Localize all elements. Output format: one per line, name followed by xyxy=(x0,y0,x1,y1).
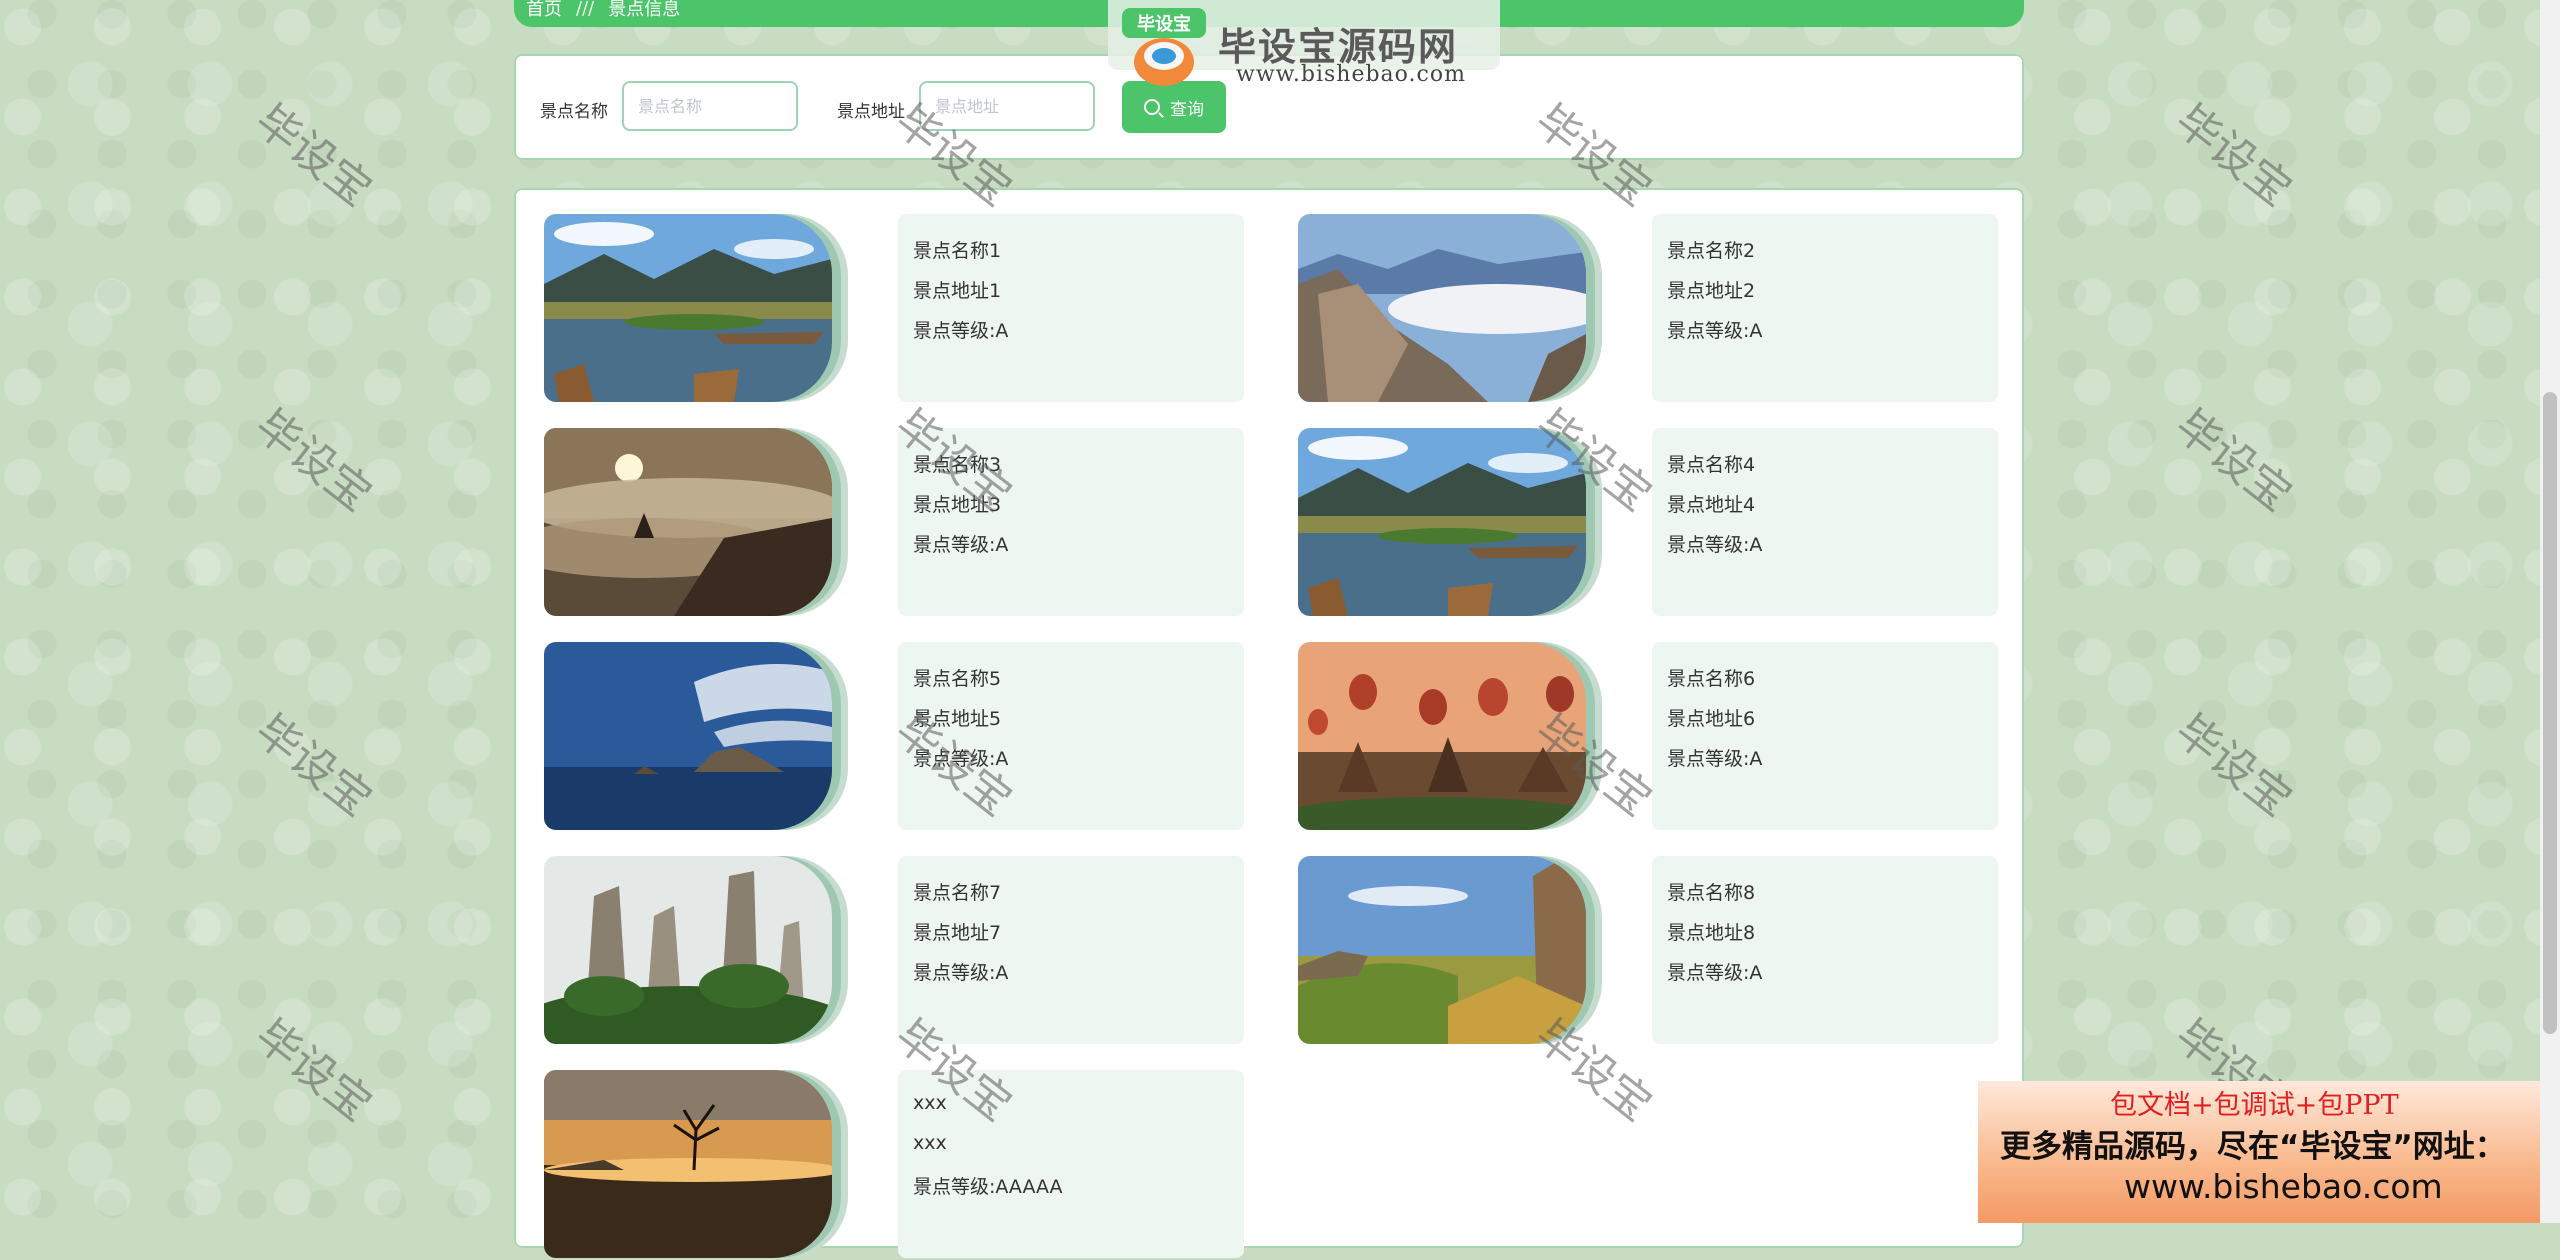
spot-name: xxx xyxy=(913,1092,947,1114)
spot-address: 景点地址1 xyxy=(913,280,1002,302)
spot-level: 景点等级:A xyxy=(913,962,1009,984)
spot-image-lone-tree[interactable] xyxy=(544,1070,832,1258)
spot-address-input[interactable] xyxy=(919,81,1095,131)
ad-line-1: 包文档+包调试+包PPT xyxy=(2110,1090,2399,1121)
spot-level: 景点等级:A xyxy=(1667,534,1763,556)
spot-image-lake-boats[interactable] xyxy=(544,214,832,402)
spot-address-label: 景点地址 xyxy=(837,102,905,122)
spot-image-rocky-peaks[interactable] xyxy=(1298,214,1586,402)
spot-name: 景点名称3 xyxy=(913,454,1002,476)
spot-image-lake-boats[interactable] xyxy=(1298,428,1586,616)
spot-name: 景点名称2 xyxy=(1667,240,1756,262)
spot-address: 景点地址5 xyxy=(913,708,1002,730)
ad-line-3: www.bishebao.com xyxy=(2124,1167,2443,1206)
spot-info: xxx xxx 景点等级:AAAAA xyxy=(898,1070,1244,1258)
spot-list: 景点名称1 景点地址1 景点等级:A 景点名称2 景点地址2 景点等级:A 景点… xyxy=(514,188,2024,1258)
page-scrollbar[interactable] xyxy=(2540,0,2560,1223)
scrollbar-thumb[interactable] xyxy=(2543,392,2557,1034)
spot-image-sea-rock[interactable] xyxy=(544,642,832,830)
spot-address: xxx xyxy=(913,1132,947,1154)
spot-info: 景点名称2 景点地址2 景点等级:A xyxy=(1652,214,1998,402)
spot-name-label: 景点名称 xyxy=(540,102,608,122)
spot-card[interactable]: 景点名称5 景点地址5 景点等级:A xyxy=(544,642,1244,832)
watermark: 毕设宝 xyxy=(2165,399,2301,522)
breadcrumb-separator: /// xyxy=(576,0,595,19)
ad-banner[interactable]: 包文档+包调试+包PPT 更多精品源码，尽在“毕设宝”网址： www.bishe… xyxy=(1978,1081,2560,1223)
spot-card[interactable]: 景点名称8 景点地址8 景点等级:A xyxy=(1298,856,1998,1046)
spot-name: 景点名称5 xyxy=(913,668,1002,690)
spot-address: 景点地址6 xyxy=(1667,708,1756,730)
watermark: 毕设宝 xyxy=(245,399,381,522)
spot-image-karst-pillars[interactable] xyxy=(544,856,832,1044)
spot-info: 景点名称5 景点地址5 景点等级:A xyxy=(898,642,1244,830)
search-button-label: 查询 xyxy=(1170,99,1204,119)
spot-address: 景点地址7 xyxy=(913,922,1002,944)
spot-level: 景点等级:A xyxy=(913,534,1009,556)
spot-image-balloons-temples[interactable] xyxy=(1298,642,1586,830)
spot-name: 景点名称4 xyxy=(1667,454,1756,476)
spot-info: 景点名称4 景点地址4 景点等级:A xyxy=(1652,428,1998,616)
spot-level: 景点等级:A xyxy=(1667,962,1763,984)
spot-card[interactable]: 景点名称3 景点地址3 景点等级:A xyxy=(544,428,1244,618)
spot-address: 景点地址8 xyxy=(1667,922,1756,944)
spot-card[interactable]: 景点名称7 景点地址7 景点等级:A xyxy=(544,856,1244,1046)
breadcrumb: 首页 /// 景点信息 xyxy=(526,0,680,21)
spot-name: 景点名称7 xyxy=(913,882,1002,904)
spot-level: 景点等级:AAAAA xyxy=(913,1176,1063,1198)
spot-info: 景点名称7 景点地址7 景点等级:A xyxy=(898,856,1244,1044)
breadcrumb-current: 景点信息 xyxy=(608,0,681,20)
spot-image-cliff-meadow[interactable] xyxy=(1298,856,1586,1044)
spot-address: 景点地址2 xyxy=(1667,280,1756,302)
watermark: 毕设宝 xyxy=(245,94,381,217)
spot-info: 景点名称1 景点地址1 景点等级:A xyxy=(898,214,1244,402)
watermark: 毕设宝 xyxy=(245,1009,381,1132)
spot-card[interactable]: 景点名称2 景点地址2 景点等级:A xyxy=(1298,214,1998,404)
spot-name-input[interactable] xyxy=(622,81,798,131)
watermark: 毕设宝 xyxy=(2165,704,2301,827)
site-logo: 毕设宝 毕设宝源码网 www.bishebao.com xyxy=(1108,0,1500,92)
spot-name: 景点名称8 xyxy=(1667,882,1756,904)
spot-address: 景点地址4 xyxy=(1667,494,1756,516)
spot-name: 景点名称6 xyxy=(1667,668,1756,690)
spot-image-sunrise-cliff[interactable] xyxy=(544,428,832,616)
spot-level: 景点等级:A xyxy=(1667,748,1763,770)
breadcrumb-home-link[interactable]: 首页 xyxy=(526,0,562,21)
spot-card[interactable]: 景点名称4 景点地址4 景点等级:A xyxy=(1298,428,1998,618)
spot-level: 景点等级:A xyxy=(913,748,1009,770)
spot-card[interactable]: 景点名称6 景点地址6 景点等级:A xyxy=(1298,642,1998,832)
watermark: 毕设宝 xyxy=(2165,94,2301,217)
spot-card[interactable]: xxx xxx 景点等级:AAAAA xyxy=(544,1070,1244,1260)
logo-badge-icon: 毕设宝 xyxy=(1122,8,1206,86)
spot-address: 景点地址3 xyxy=(913,494,1002,516)
search-icon xyxy=(1144,99,1160,115)
spot-level: 景点等级:A xyxy=(913,320,1009,342)
spot-card[interactable]: 景点名称1 景点地址1 景点等级:A xyxy=(544,214,1244,404)
spot-name: 景点名称1 xyxy=(913,240,1002,262)
logo-url: www.bishebao.com xyxy=(1236,62,1466,87)
spot-info: 景点名称8 景点地址8 景点等级:A xyxy=(1652,856,1998,1044)
watermark: 毕设宝 xyxy=(245,704,381,827)
spot-info: 景点名称6 景点地址6 景点等级:A xyxy=(1652,642,1998,830)
svg-text:毕设宝: 毕设宝 xyxy=(1137,13,1191,35)
spot-info: 景点名称3 景点地址3 景点等级:A xyxy=(898,428,1244,616)
ad-line-2: 更多精品源码，尽在“毕设宝”网址： xyxy=(2000,1129,2506,1165)
spot-level: 景点等级:A xyxy=(1667,320,1763,342)
